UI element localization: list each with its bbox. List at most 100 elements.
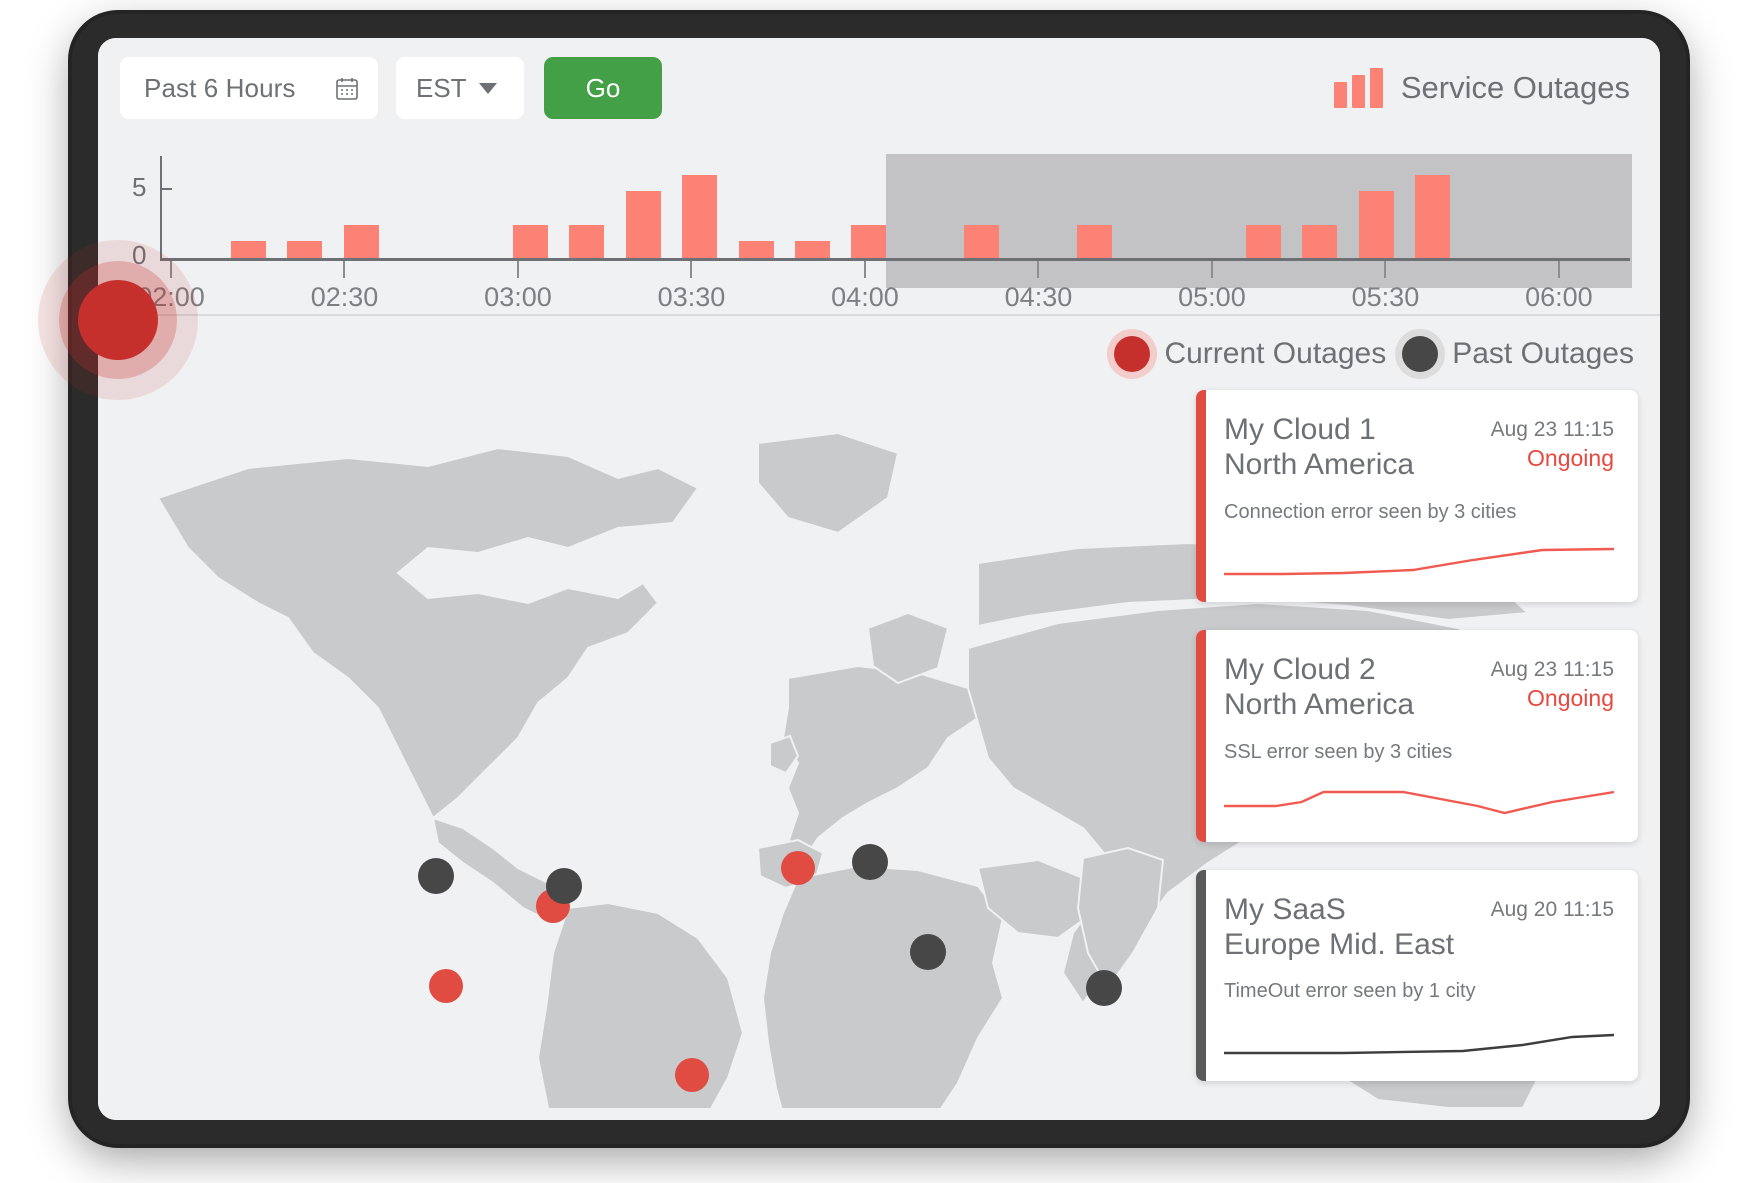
outage-card-service: My SaaS xyxy=(1224,892,1346,926)
x-axis-tick-label: 04:30 xyxy=(1004,282,1073,312)
x-axis-tick-label: 04:00 xyxy=(831,282,899,312)
histogram-bar xyxy=(794,241,830,258)
outage-card-status-stripe xyxy=(1196,629,1206,842)
pulse-indicator-icon xyxy=(38,240,198,400)
date-range-value: Past 6 Hours xyxy=(144,72,296,103)
outage-card-description: TimeOut error seen by 1 city xyxy=(1224,980,1476,1003)
histogram-bar xyxy=(1358,191,1394,258)
x-axis-tick-label: 05:30 xyxy=(1351,282,1420,312)
legend-current-outages[interactable]: Current Outages xyxy=(1114,336,1386,372)
outage-map-panel: Current Outages Past Outages My Cloud 1 … xyxy=(98,318,1660,1120)
marker-past-india[interactable] xyxy=(1086,970,1122,1006)
outage-card-meta: Aug 23 11:15 Ongoing xyxy=(1491,652,1614,712)
map-legend: Current Outages Past Outages xyxy=(1114,336,1634,372)
x-axis-tick xyxy=(690,261,693,278)
outage-card-service: My Cloud 2 xyxy=(1224,652,1376,686)
histogram-bar xyxy=(625,191,661,258)
marker-past-us-northeast[interactable] xyxy=(546,868,582,904)
x-axis-tick xyxy=(1037,261,1040,278)
outage-card-sparkline xyxy=(1224,780,1614,824)
x-axis-tick xyxy=(863,261,866,278)
marker-current-mexico[interactable] xyxy=(429,969,463,1003)
outage-card-region: North America xyxy=(1224,448,1415,482)
outage-card-description: Connection error seen by 3 cities xyxy=(1224,500,1517,523)
outage-card-description: SSL error seen by 3 cities xyxy=(1224,740,1453,763)
outage-card-title: My Cloud 2 North America xyxy=(1224,652,1414,723)
outage-card-status-badge: Ongoing xyxy=(1527,445,1614,471)
histogram-bars xyxy=(164,158,1630,258)
marker-past-central-europe[interactable] xyxy=(852,844,888,880)
histogram-bar xyxy=(964,224,1000,258)
outage-card-title: My Cloud 1 North America xyxy=(1224,412,1414,483)
histogram-bar xyxy=(1076,224,1112,258)
current-outage-dot-icon xyxy=(1114,336,1151,372)
y-tick-label-5: 5 xyxy=(132,172,147,202)
histogram-bar xyxy=(682,174,718,258)
outage-card-status-badge: Ongoing xyxy=(1527,684,1614,711)
outage-card-region: North America xyxy=(1224,688,1415,722)
histogram-bar xyxy=(343,224,379,258)
app-root: Past 6 Hours EST Go Service Outages 5 0 … xyxy=(0,0,1751,1183)
x-axis-tick xyxy=(1557,261,1560,278)
tablet-frame: Past 6 Hours EST Go Service Outages 5 0 … xyxy=(66,8,1692,1150)
calendar-icon[interactable] xyxy=(336,77,358,100)
x-axis-tick xyxy=(343,261,346,278)
outage-histogram[interactable]: 5 0 02:00 02:30 03:00 03:30 04:00 04:30 05:00 0… xyxy=(98,146,1660,316)
outage-card-timestamp: Aug 20 11:15 xyxy=(1490,897,1614,921)
x-axis-tick-label: 03:00 xyxy=(484,282,552,312)
timezone-select[interactable]: EST xyxy=(396,57,524,119)
date-range-picker[interactable]: Past 6 Hours xyxy=(120,57,378,119)
outage-card[interactable]: My Cloud 1 North America Aug 23 11:15 Ongoi… xyxy=(1196,390,1638,602)
timezone-value: EST xyxy=(416,72,467,103)
legend-past-outages[interactable]: Past Outages xyxy=(1402,336,1634,372)
outage-card-sparkline xyxy=(1224,540,1614,584)
histogram-bar xyxy=(738,241,774,258)
outage-card-list: My Cloud 1 North America Aug 23 11:15 Ongoi… xyxy=(1196,390,1638,1109)
outage-card-meta: Aug 23 11:15 Ongoing xyxy=(1491,412,1614,472)
panel-title: Service Outages xyxy=(1333,68,1630,108)
legend-past-label: Past Outages xyxy=(1452,337,1634,370)
marker-current-brazil[interactable] xyxy=(675,1058,709,1092)
outage-card-sparkline xyxy=(1224,1019,1614,1063)
histogram-bar xyxy=(851,224,887,258)
outage-card[interactable]: My SaaS Europe Mid. East Aug 20 11:15 TimeO… xyxy=(1196,869,1638,1082)
histogram-bar xyxy=(1302,224,1338,258)
x-axis-tick-label: 05:00 xyxy=(1178,282,1246,312)
outage-card-status-stripe xyxy=(1196,869,1206,1082)
marker-past-egypt[interactable] xyxy=(910,934,946,970)
x-axis-tick xyxy=(1210,261,1213,278)
go-button[interactable]: Go xyxy=(544,57,662,119)
x-axis-tick-label: 06:00 xyxy=(1525,282,1593,312)
outage-card-timestamp: Aug 23 11:15 xyxy=(1490,418,1614,441)
outage-card-header: My Cloud 1 North America Aug 23 11:15 Ongoi… xyxy=(1224,412,1614,483)
marker-past-us-west[interactable] xyxy=(418,858,454,894)
histogram-bar xyxy=(513,224,548,258)
bar-chart-icon xyxy=(1333,68,1383,108)
x-axis-tick xyxy=(1384,261,1387,278)
toolbar: Past 6 Hours EST Go Service Outages xyxy=(98,38,1660,146)
x-axis xyxy=(160,258,1630,261)
x-axis-tick xyxy=(516,261,519,278)
outage-card[interactable]: My Cloud 2 North America Aug 23 11:15 Ongoi… xyxy=(1196,629,1638,842)
histogram-bar xyxy=(287,241,323,258)
outage-card-status-stripe xyxy=(1196,390,1206,602)
marker-current-iberia[interactable] xyxy=(781,851,815,885)
outage-card-title: My SaaS Europe Mid. East xyxy=(1224,892,1454,963)
tablet-screen: Past 6 Hours EST Go Service Outages 5 0 … xyxy=(98,38,1660,1120)
x-axis-tick-label: 02:30 xyxy=(310,282,379,312)
outage-card-timestamp: Aug 23 11:15 xyxy=(1490,657,1614,681)
past-outage-dot-icon xyxy=(1402,336,1439,372)
x-axis-tick-label: 03:30 xyxy=(657,282,726,312)
chevron-down-icon xyxy=(478,82,497,94)
histogram-plot: 5 0 02:00 02:30 03:00 03:30 04:00 04:30 05:00 0… xyxy=(124,152,1632,314)
outage-card-service: My Cloud 1 xyxy=(1224,413,1376,446)
outage-card-meta: Aug 20 11:15 xyxy=(1491,892,1614,922)
outage-card-header: My SaaS Europe Mid. East Aug 20 11:15 xyxy=(1224,892,1614,963)
histogram-bar xyxy=(231,241,267,258)
legend-current-label: Current Outages xyxy=(1164,337,1387,370)
panel-title-label: Service Outages xyxy=(1400,70,1630,105)
outage-card-region: Europe Mid. East xyxy=(1224,927,1455,961)
histogram-bar xyxy=(1246,224,1281,258)
histogram-bar xyxy=(1415,174,1451,258)
outage-card-header: My Cloud 2 North America Aug 23 11:15 Ongoi… xyxy=(1224,652,1614,723)
